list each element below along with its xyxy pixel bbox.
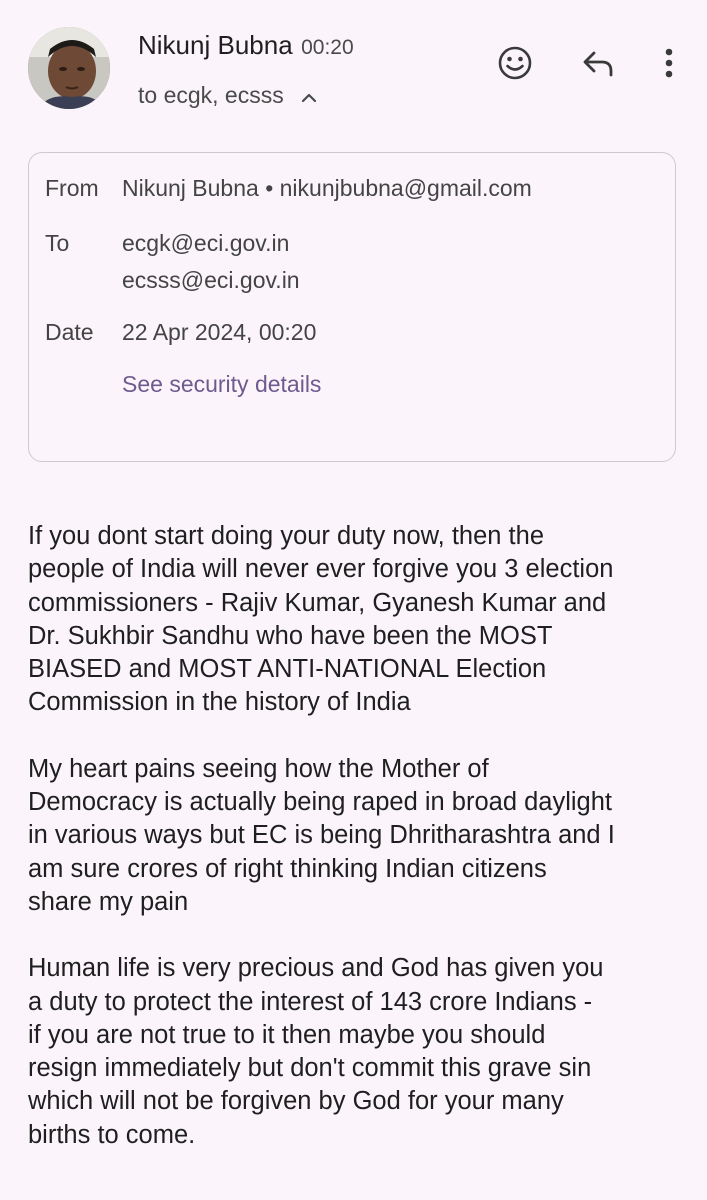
body-line: Dr. Sukhbir Sandhu who have been the MOS… [28, 621, 553, 650]
body-line: share my pain [28, 887, 189, 916]
body-line: am sure crores of right thinking Indian … [28, 854, 547, 883]
body-line: births to come. [28, 1120, 196, 1149]
body-line: in various ways but EC is being Dhrithar… [28, 821, 615, 850]
recipients-summary: to ecgk, ecsss [138, 82, 284, 108]
body-line: commissioners - Rajiv Kumar, Gyanesh Kum… [28, 588, 607, 617]
body-line: people of India will never ever forgive … [28, 555, 614, 584]
message-details-card: From Nikunj Bubna • nikunjbubna@gmail.co… [28, 152, 676, 462]
body-line: My heart pains seeing how the Mother of [28, 754, 489, 783]
emoji-icon[interactable] [493, 41, 537, 85]
to-value-2[interactable]: ecsss@eci.gov.in [122, 267, 300, 294]
to-label: To [45, 230, 70, 256]
from-value[interactable]: Nikunj Bubna • nikunjbubna@gmail.com [122, 175, 532, 202]
security-details-link[interactable]: See security details [122, 371, 321, 398]
reply-icon[interactable] [576, 41, 620, 85]
body-paragraph: Human life is very precious and God has … [28, 952, 688, 1152]
to-value-1[interactable]: ecgk@eci.gov.in [122, 230, 289, 257]
sender-name[interactable]: Nikunj Bubna [138, 30, 293, 60]
body-line: a duty to protect the interest of 143 cr… [28, 987, 593, 1016]
body-line: Human life is very precious and God has … [28, 954, 604, 983]
message-body: If you dont start doing your duty now, t… [28, 520, 688, 1185]
body-line: resign immediately but don't commit this… [28, 1054, 592, 1083]
message-time: 00:20 [301, 36, 354, 59]
body-line: If you dont start doing your duty now, t… [28, 522, 545, 550]
sender-line: Nikunj Bubna 00:20 [138, 30, 354, 61]
date-value: 22 Apr 2024, 00:20 [122, 319, 317, 345]
body-line: BIASED and MOST ANTI-NATIONAL Election [28, 655, 547, 684]
body-paragraph: My heart pains seeing how the Mother of … [28, 753, 688, 919]
message-header: Nikunj Bubna 00:20 to ecgk, ecsss [0, 0, 707, 130]
recipients-toggle[interactable]: to ecgk, ecsss [138, 82, 318, 110]
body-line: if you are not true to it then maybe you… [28, 1020, 546, 1049]
body-line: Democracy is actually being raped in bro… [28, 788, 612, 817]
from-label: From [45, 175, 99, 201]
more-vert-icon[interactable] [647, 41, 691, 85]
body-line: which will not be forgiven by God for yo… [28, 1087, 564, 1116]
body-paragraph: If you dont start doing your duty now, t… [28, 520, 688, 720]
chevron-up-icon[interactable] [300, 83, 318, 110]
sender-avatar[interactable] [28, 27, 110, 109]
date-label: Date [45, 319, 94, 345]
body-line: Commission in the history of India [28, 688, 411, 717]
